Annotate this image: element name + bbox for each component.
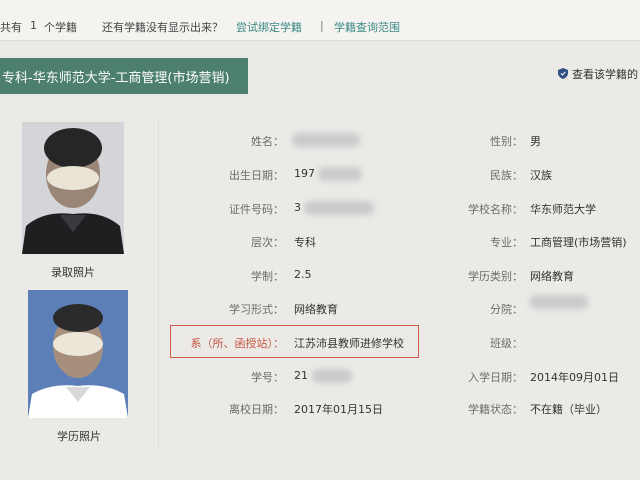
- record-count-number: 1: [30, 19, 37, 32]
- view-record-link[interactable]: 查看该学籍的: [558, 66, 638, 82]
- field-label-class: 班级：: [490, 337, 523, 350]
- redacted-student-number: [312, 369, 352, 383]
- field-value-birthdate: 197: [294, 167, 315, 180]
- field-value-gender: 男: [530, 135, 541, 148]
- field-value-level: 专科: [294, 236, 316, 249]
- record-count-suffix: 个学籍: [44, 21, 77, 34]
- admission-photo-caption: 录取照片: [51, 266, 95, 279]
- degree-photo-caption: 学历照片: [57, 430, 101, 443]
- field-value-major: 工商管理(市场营销): [530, 236, 627, 249]
- field-value-duration: 2.5: [294, 268, 312, 281]
- redacted-id-number: [304, 201, 374, 215]
- field-label-department: 系（所、函授站）：: [190, 337, 285, 350]
- field-label-gender: 性别：: [490, 135, 523, 148]
- field-label-leave-date: 离校日期：: [229, 403, 284, 416]
- field-label-major: 专业：: [490, 236, 523, 249]
- field-value-id-number: 3: [294, 201, 301, 214]
- field-label-study-mode: 学习形式：: [229, 303, 284, 316]
- redacted-birthdate: [318, 167, 362, 181]
- field-value-leave-date: 2017年01月15日: [294, 403, 383, 416]
- field-value-study-mode: 网络教育: [294, 303, 338, 316]
- field-label-school-name: 学校名称：: [468, 203, 523, 216]
- record-count-prefix: 共有: [0, 21, 22, 34]
- field-value-school-name: 华东师范大学: [530, 203, 596, 216]
- field-label-duration: 学制：: [251, 270, 284, 283]
- record-title: 专科-华东师范大学-工商管理(市场营销): [2, 71, 230, 86]
- field-value-enrollment-date: 2014年09月01日: [530, 371, 619, 384]
- admission-photo: [22, 122, 124, 254]
- field-label-student-number: 学号：: [251, 371, 284, 384]
- query-scope-link[interactable]: 学籍查询范围: [334, 19, 400, 35]
- view-record-link-label: 查看该学籍的: [572, 68, 638, 81]
- redacted-name: [292, 133, 360, 147]
- field-label-ethnicity: 民族：: [490, 169, 523, 182]
- field-value-department: 江苏沛县教师进修学校: [294, 337, 404, 350]
- top-info-bar: 共有 1 个学籍 还有学籍没有显示出来？ 尝试绑定学籍 | 学籍查询范围: [0, 0, 640, 41]
- field-label-education-type: 学历类别：: [468, 270, 523, 283]
- degree-photo: [28, 290, 128, 418]
- redacted-branch: [530, 295, 588, 309]
- field-label-name: 姓名：: [251, 135, 284, 148]
- missing-record-question: 还有学籍没有显示出来？: [102, 21, 223, 34]
- bind-record-link[interactable]: 尝试绑定学籍: [236, 19, 302, 35]
- field-value-record-status: 不在籍（毕业）: [530, 403, 607, 416]
- record-header-band: 专科-华东师范大学-工商管理(市场营销): [0, 58, 248, 94]
- field-label-record-status: 学籍状态：: [468, 403, 523, 416]
- topbar-separator: |: [320, 19, 324, 32]
- field-value-student-number: 21: [294, 369, 308, 382]
- field-value-ethnicity: 汉族: [530, 169, 552, 182]
- shield-icon: [558, 68, 568, 79]
- field-label-branch: 分院：: [490, 303, 523, 316]
- content-divider: [158, 118, 159, 448]
- field-value-education-type: 网络教育: [530, 270, 574, 283]
- field-label-birthdate: 出生日期：: [229, 169, 284, 182]
- field-label-level: 层次：: [251, 236, 284, 249]
- field-label-enrollment-date: 入学日期：: [468, 371, 523, 384]
- field-label-id-number: 证件号码：: [229, 203, 284, 216]
